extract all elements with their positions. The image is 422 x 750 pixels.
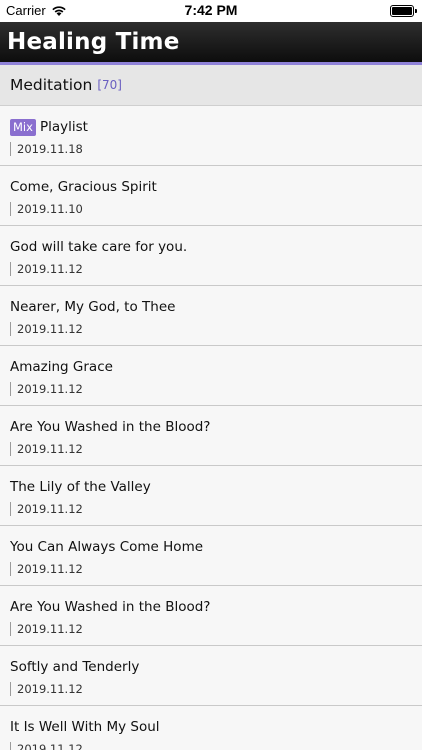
item-title: Are You Washed in the Blood? <box>10 599 211 615</box>
list-item-playlist[interactable]: Mix Playlist 2019.11.18 <box>0 106 422 166</box>
list-item[interactable]: Are You Washed in the Blood? 2019.11.12 <box>0 406 422 466</box>
item-title: The Lily of the Valley <box>10 479 151 495</box>
item-date: 2019.11.12 <box>17 622 83 636</box>
nav-title: Healing Time <box>7 29 180 55</box>
item-date: 2019.11.12 <box>17 562 83 576</box>
item-title: Are You Washed in the Blood? <box>10 419 211 435</box>
list-item[interactable]: Softly and Tenderly 2019.11.12 <box>0 646 422 706</box>
item-title: God will take care for you. <box>10 239 188 255</box>
list-item[interactable]: The Lily of the Valley 2019.11.12 <box>0 466 422 526</box>
list-item[interactable]: God will take care for you. 2019.11.12 <box>0 226 422 286</box>
date-divider <box>10 622 11 636</box>
date-divider <box>10 682 11 696</box>
item-title: Softly and Tenderly <box>10 659 140 675</box>
date-divider <box>10 382 11 396</box>
item-title: Come, Gracious Spirit <box>10 179 157 195</box>
list-item[interactable]: You Can Always Come Home 2019.11.12 <box>0 526 422 586</box>
section-header: Meditation [70] <box>0 65 422 106</box>
item-title: You Can Always Come Home <box>10 539 204 555</box>
item-title: Amazing Grace <box>10 359 113 375</box>
list-item[interactable]: Amazing Grace 2019.11.12 <box>0 346 422 406</box>
date-divider <box>10 502 11 516</box>
item-date: 2019.11.12 <box>17 682 83 696</box>
date-divider <box>10 322 11 336</box>
item-date: 2019.11.12 <box>17 322 83 336</box>
item-date: 2019.11.12 <box>17 382 83 396</box>
section-count: [70] <box>97 78 122 92</box>
date-divider <box>10 262 11 276</box>
song-list: Mix Playlist 2019.11.18 Come, Gracious S… <box>0 106 422 750</box>
nav-bar: Healing Time <box>0 22 422 62</box>
section-title: Meditation <box>10 76 93 94</box>
item-date: 2019.11.12 <box>17 262 83 276</box>
date-divider <box>10 202 11 216</box>
mix-badge: Mix <box>10 118 36 136</box>
item-date: 2019.11.18 <box>17 142 83 156</box>
date-divider <box>10 442 11 456</box>
list-item[interactable]: Nearer, My God, to Thee 2019.11.12 <box>0 286 422 346</box>
item-title: It Is Well With My Soul <box>10 719 160 735</box>
list-item[interactable]: It Is Well With My Soul 2019.11.12 <box>0 706 422 750</box>
list-item[interactable]: Come, Gracious Spirit 2019.11.10 <box>0 166 422 226</box>
item-title: Playlist <box>39 119 88 135</box>
list-item[interactable]: Are You Washed in the Blood? 2019.11.12 <box>0 586 422 646</box>
status-time: 7:42 PM <box>184 2 238 18</box>
date-divider <box>10 562 11 576</box>
item-date: 2019.11.12 <box>17 742 83 750</box>
item-title: Nearer, My God, to Thee <box>10 299 176 315</box>
item-date: 2019.11.12 <box>17 442 83 456</box>
item-date: 2019.11.12 <box>17 502 83 516</box>
date-divider <box>10 742 11 750</box>
battery-icon <box>390 5 417 17</box>
item-date: 2019.11.10 <box>17 202 83 216</box>
date-divider <box>10 142 11 156</box>
status-bar: Carrier 7:42 PM <box>0 0 422 22</box>
